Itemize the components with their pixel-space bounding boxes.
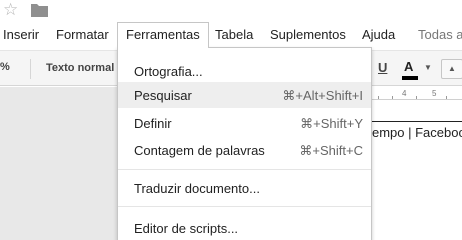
ruler-tick xyxy=(446,96,447,99)
menu-todas-alteracoes[interactable]: Todas a xyxy=(418,22,462,48)
ruler-tick xyxy=(416,96,417,99)
text-color-swatch xyxy=(402,76,418,80)
folder-icon[interactable] xyxy=(31,3,48,17)
menu-separator xyxy=(118,206,371,207)
menu-item-label: Definir xyxy=(134,116,172,131)
menu-item-shortcut: ⌘+Alt+Shift+I xyxy=(282,88,363,103)
ruler-tick xyxy=(392,96,393,99)
menu-item-label: Ortografia... xyxy=(134,64,203,79)
menu-item-shortcut: ⌘+Shift+Y xyxy=(300,116,363,131)
menu-item-label: Editor de scripts... xyxy=(134,221,239,236)
menu-suplementos[interactable]: Suplementos xyxy=(270,22,346,48)
ruler[interactable]: 4 5 xyxy=(372,87,462,100)
menu-inserir[interactable]: Inserir xyxy=(3,22,39,48)
menu-item-label: Contagem de palavras xyxy=(134,143,265,158)
paragraph-style-select[interactable]: Texto normal xyxy=(46,62,114,74)
toolbar-divider xyxy=(30,59,31,79)
chevron-down-icon[interactable]: ▼ xyxy=(424,63,432,72)
underline-button[interactable]: U xyxy=(378,60,387,75)
tools-dropdown-menu: Ortografia... Pesquisar ⌘+Alt+Shift+I De… xyxy=(117,47,372,240)
star-icon[interactable]: ☆ xyxy=(3,0,18,20)
menu-ferramentas[interactable]: Ferramentas xyxy=(117,22,209,48)
menu-item-shortcut: ⌘+Shift+C xyxy=(299,143,363,158)
document-text[interactable]: empo | Faceboo xyxy=(372,125,462,140)
menu-item-editor-de-scripts[interactable]: Editor de scripts... xyxy=(118,215,371,240)
menu-item-pesquisar[interactable]: Pesquisar ⌘+Alt+Shift+I xyxy=(118,82,371,108)
menu-ajuda[interactable]: Ajuda xyxy=(362,22,395,48)
ruler-mark: 5 xyxy=(432,89,437,98)
title-row: ☆ xyxy=(0,0,462,22)
menu-separator xyxy=(118,169,371,170)
menu-bar: Inserir Formatar Ferramentas Tabela Supl… xyxy=(0,22,462,48)
menu-tabela[interactable]: Tabela xyxy=(215,22,253,48)
text-color-button[interactable]: A xyxy=(404,59,413,74)
menu-item-label: Pesquisar xyxy=(134,88,192,103)
menu-item-traduzir-documento[interactable]: Traduzir documento... xyxy=(118,175,371,201)
ruler-tick xyxy=(378,96,379,99)
zoom-select[interactable]: % xyxy=(0,61,10,73)
menu-item-contagem-de-palavras[interactable]: Contagem de palavras ⌘+Shift+C xyxy=(118,137,371,163)
menu-formatar[interactable]: Formatar xyxy=(56,22,109,48)
document-page[interactable] xyxy=(372,87,462,240)
ruler-mark: 4 xyxy=(402,89,407,98)
menu-item-definir[interactable]: Definir ⌘+Shift+Y xyxy=(118,110,371,136)
menu-item-label: Traduzir documento... xyxy=(134,181,260,196)
menu-item-ortografia[interactable]: Ortografia... xyxy=(118,58,371,84)
more-chevron-icon[interactable]: ▲ xyxy=(441,59,462,79)
document-horizontal-line xyxy=(372,121,462,122)
